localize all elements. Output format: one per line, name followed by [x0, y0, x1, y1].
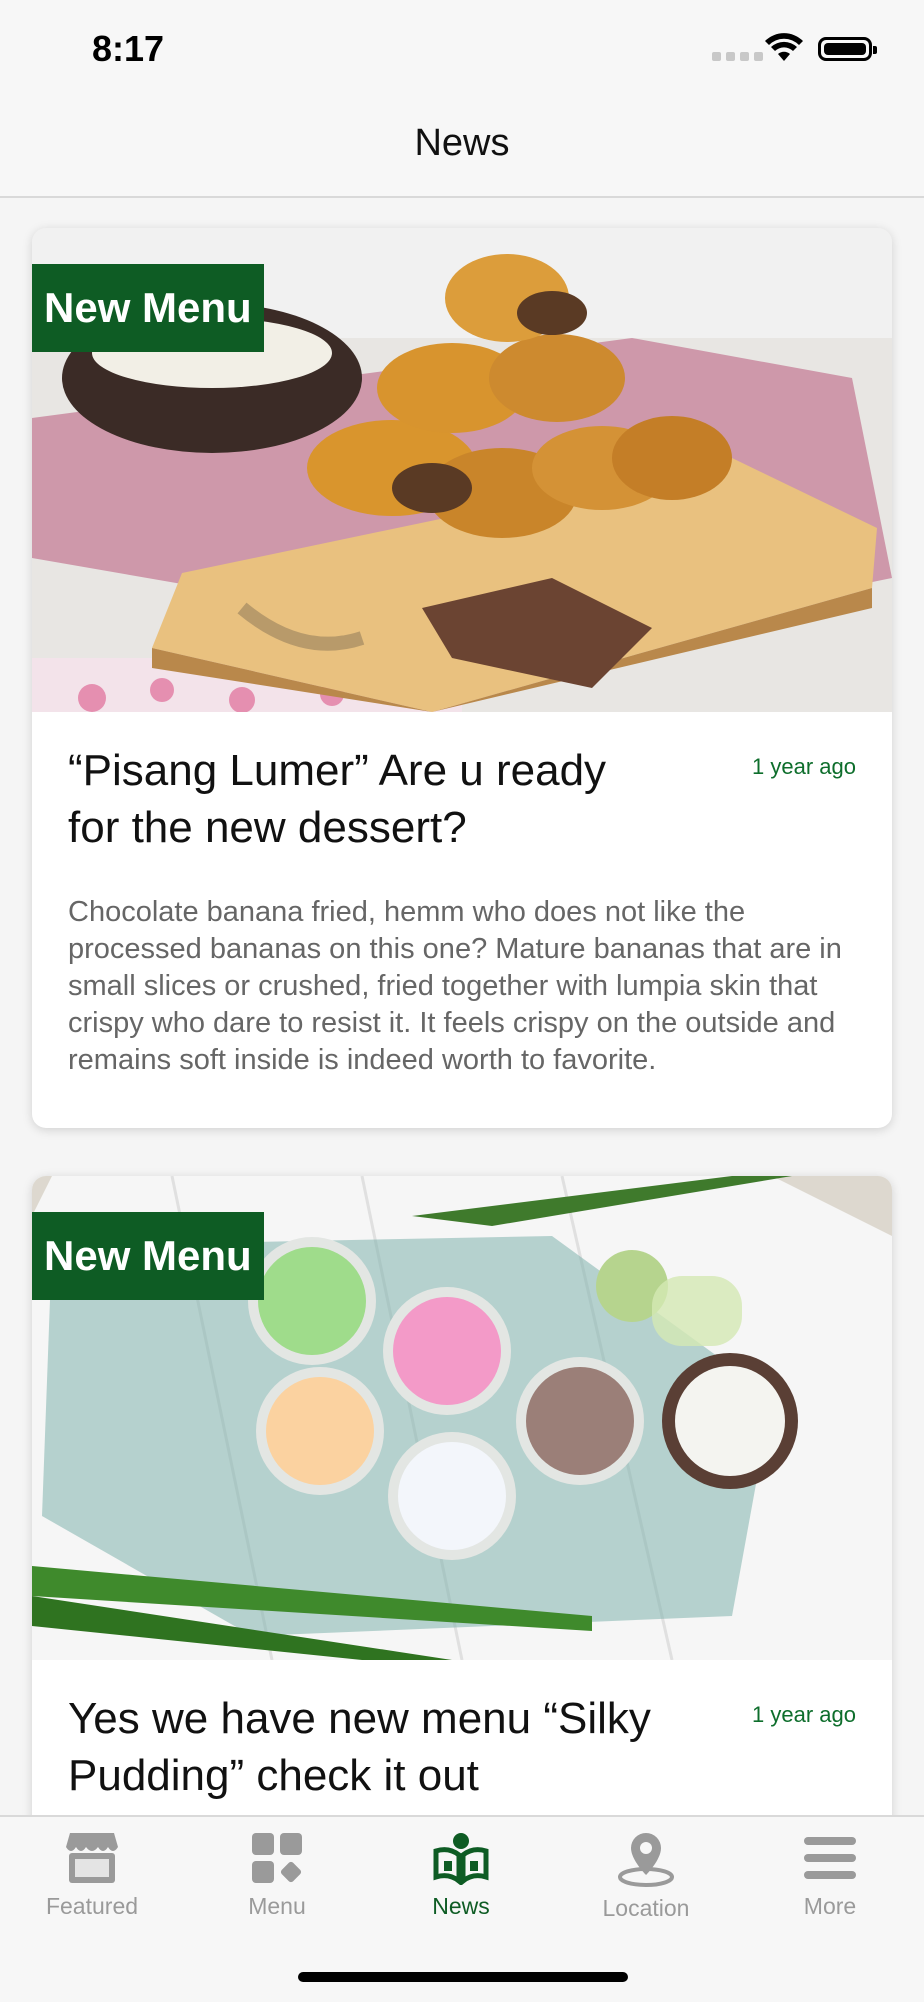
home-indicator[interactable]: [298, 1972, 628, 1982]
tab-menu[interactable]: Menu: [202, 1831, 352, 1920]
news-title[interactable]: Yes we have new menu “Silky Pudding” che…: [68, 1690, 668, 1804]
hamburger-icon: [804, 1837, 856, 1879]
status-bar: 8:17: [0, 0, 924, 100]
page-title: News: [414, 122, 510, 164]
tab-label: Location: [602, 1895, 690, 1921]
news-feed[interactable]: New Menu “Pisang Lumer” Are u ready for …: [0, 198, 924, 1815]
tab-label: More: [803, 1893, 857, 1919]
wifi-icon: [765, 33, 803, 61]
map-pin-icon: [618, 1833, 674, 1887]
new-menu-badge: New Menu: [32, 264, 264, 352]
tab-news[interactable]: News: [386, 1831, 536, 1920]
new-menu-badge: New Menu: [32, 1212, 264, 1300]
navigation-bar: News: [0, 100, 924, 198]
tab-more[interactable]: More: [755, 1831, 905, 1920]
news-description: Chocolate banana fried, hemm who does no…: [68, 896, 842, 1076]
tab-label: Menu: [248, 1893, 306, 1919]
tab-featured[interactable]: Featured: [17, 1831, 167, 1920]
news-card[interactable]: New Menu Yes we have new menu “Silky Pud…: [32, 1176, 892, 1815]
grid-icon: [252, 1833, 302, 1883]
news-title[interactable]: “Pisang Lumer” Are u ready for the new d…: [68, 742, 668, 856]
storefront-icon: [66, 1833, 118, 1883]
tab-location[interactable]: Location: [571, 1831, 721, 1922]
status-time: 8:17: [92, 28, 165, 69]
news-card[interactable]: New Menu “Pisang Lumer” Are u ready for …: [32, 228, 892, 1128]
open-book-icon: [433, 1833, 489, 1885]
news-timestamp: 1 year ago: [752, 754, 856, 779]
cellular-signal-icon: [712, 52, 763, 61]
tab-label: Featured: [45, 1893, 139, 1919]
tab-label: News: [432, 1893, 490, 1919]
battery-icon: [818, 37, 877, 61]
news-timestamp: 1 year ago: [752, 1702, 856, 1727]
